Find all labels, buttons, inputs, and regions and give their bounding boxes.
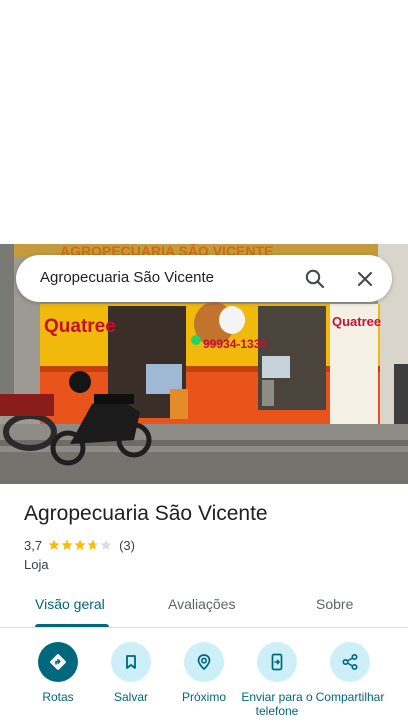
tab-reviews[interactable]: Avaliações — [168, 596, 235, 612]
tab-overview[interactable]: Visão geral — [35, 596, 105, 612]
nearby-button[interactable]: Próximo — [164, 642, 244, 704]
review-count[interactable]: (3) — [119, 538, 135, 553]
star-icon — [61, 539, 73, 550]
directions-label: Rotas — [42, 690, 74, 704]
star-icon — [100, 539, 112, 550]
send-to-phone-button[interactable]: Enviar para o telefone — [237, 642, 317, 718]
search-icon[interactable] — [303, 267, 327, 291]
directions-icon[interactable] — [38, 642, 78, 682]
phone-number: 99934-1330 — [203, 337, 267, 351]
rating-stars — [48, 539, 113, 551]
search-bar[interactable]: Agropecuaria São Vicente — [16, 255, 392, 302]
star-icon — [48, 539, 60, 550]
share-icon[interactable] — [330, 642, 370, 682]
place-title: Agropecuaria São Vicente — [24, 502, 268, 525]
directions-button[interactable]: Rotas — [18, 642, 98, 704]
place-category: Loja — [24, 557, 49, 572]
save-button[interactable]: Salvar — [91, 642, 171, 704]
share-label: Compartilhar — [315, 690, 385, 704]
rating-row[interactable]: 3,7 (3) — [24, 537, 135, 553]
brand-sign-right: Quatree — [332, 314, 381, 329]
close-icon[interactable] — [353, 267, 377, 291]
tab-bar: Visão geral Avaliações Sobre — [0, 585, 408, 628]
search-input[interactable]: Agropecuaria São Vicente — [40, 269, 214, 286]
tab-active-indicator — [35, 624, 109, 627]
tab-about[interactable]: Sobre — [316, 596, 353, 612]
share-button[interactable]: Compartilhar — [310, 642, 390, 704]
brand-sign-left: Quatree — [44, 316, 116, 337]
nearby-label: Próximo — [181, 690, 226, 704]
send-to-phone-label: Enviar para o telefone — [241, 690, 313, 718]
nearby-icon[interactable] — [184, 642, 224, 682]
star-icon — [87, 539, 99, 550]
star-icon — [74, 539, 86, 550]
rating-value: 3,7 — [24, 537, 43, 553]
bookmark-icon[interactable] — [111, 642, 151, 682]
send-to-phone-icon[interactable] — [257, 642, 297, 682]
save-label: Salvar — [113, 690, 148, 704]
